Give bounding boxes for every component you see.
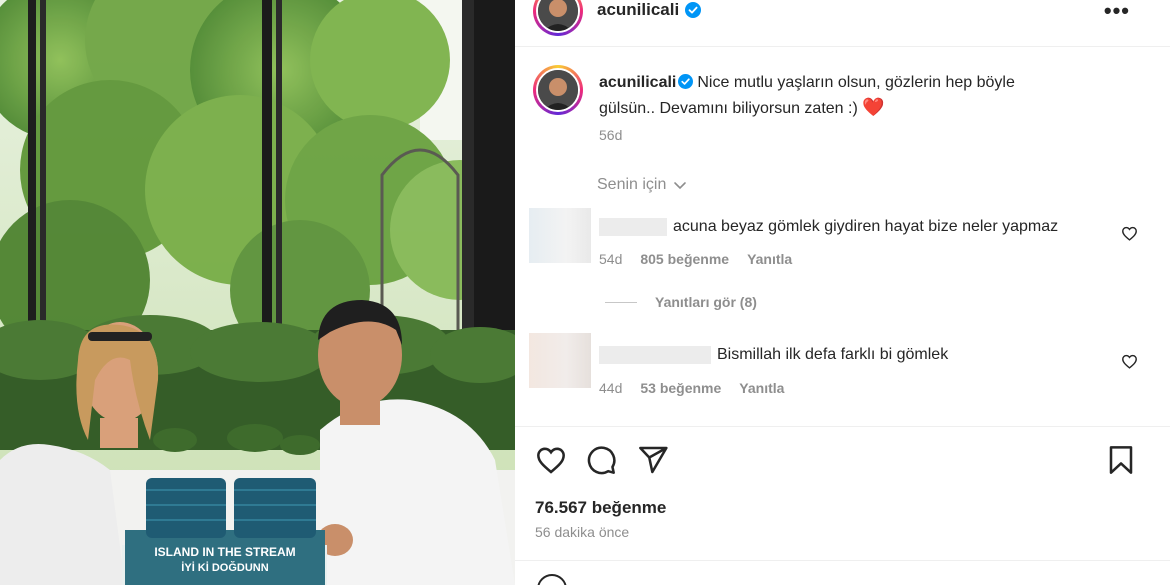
post-caption: acunilicali Nice mutlu yaşların olsun, gö… (599, 71, 1069, 121)
heart-icon[interactable] (535, 444, 567, 476)
verified-badge-icon (678, 74, 694, 89)
post-photo-illustration: ISLAND IN THE STREAM İYİ Kİ DOĞDUNN (0, 0, 515, 585)
comment-time[interactable]: 54d (599, 251, 622, 267)
comment-reply-button[interactable]: Yanıtla (747, 251, 792, 267)
cake-text-top: ISLAND IN THE STREAM (154, 545, 295, 559)
emoji-picker-icon[interactable] (537, 574, 567, 585)
replies-line (605, 301, 637, 303)
actions-divider (515, 426, 1170, 427)
comment-meta: 54d 805 beğenme Yanıtla (599, 251, 792, 267)
comment-row: Bismillah ilk defa farklı bi gömlek (599, 346, 948, 364)
post-photo[interactable]: ISLAND IN THE STREAM İYİ Kİ DOĞDUNN (0, 0, 515, 585)
share-icon[interactable] (637, 444, 669, 476)
header-divider (515, 46, 1170, 47)
post-likes-count[interactable]: 76.567 beğenme (535, 498, 666, 518)
author-avatar[interactable] (533, 0, 583, 36)
author-username[interactable]: acunilicali (597, 0, 679, 20)
red-heart-emoji: ❤️ (862, 97, 885, 117)
verified-badge-icon (685, 2, 702, 18)
avatar-image (538, 70, 578, 110)
commenter-avatar[interactable] (529, 333, 591, 388)
caption-author-avatar[interactable] (533, 65, 583, 115)
view-replies-label: Yanıtları gör (8) (655, 294, 757, 310)
comment-likes[interactable]: 805 beğenme (640, 251, 729, 267)
comment-reply-button[interactable]: Yanıtla (739, 380, 784, 396)
commenter-username-redacted[interactable] (599, 346, 711, 364)
comment-text: Bismillah ilk defa farklı bi gömlek (717, 346, 949, 364)
comment-icon[interactable] (585, 444, 617, 476)
caption-username[interactable]: acunilicali (599, 74, 676, 91)
more-horizontal-icon[interactable]: ••• (1104, 0, 1130, 24)
comment-meta: 44d 53 beğenme Yanıtla (599, 380, 784, 396)
comment-like-heart-icon[interactable] (1121, 225, 1138, 242)
post-detail-panel: acunilicali ••• acunilicali Nice mutlu ya… (515, 0, 1170, 585)
commenter-avatar[interactable] (529, 208, 591, 263)
avatar-image (538, 0, 578, 31)
comment-likes[interactable]: 53 beğenme (640, 380, 721, 396)
comment-box-divider (515, 560, 1170, 561)
commenter-username-redacted[interactable] (599, 218, 667, 236)
post-timestamp[interactable]: 56 dakika önce (535, 524, 629, 540)
comment-sort-dropdown[interactable]: Senin için (597, 176, 688, 194)
cake-text-bottom: İYİ Kİ DOĞDUNN (181, 561, 268, 574)
comment-text: acuna beyaz gömlek giydiren hayat bize n… (673, 218, 1059, 236)
view-replies-button[interactable]: Yanıtları gör (8) (605, 294, 757, 310)
author-username-header[interactable]: acunilicali (597, 0, 702, 20)
comment-time[interactable]: 44d (599, 380, 622, 396)
caption-timestamp[interactable]: 56d (599, 127, 622, 143)
comment-sort-label: Senin için (597, 176, 667, 193)
bookmark-icon[interactable] (1105, 444, 1137, 476)
chevron-down-icon (674, 182, 687, 190)
comment-like-heart-icon[interactable] (1121, 353, 1138, 370)
comment-row: acuna beyaz gömlek giydiren hayat bize n… (599, 218, 1058, 236)
